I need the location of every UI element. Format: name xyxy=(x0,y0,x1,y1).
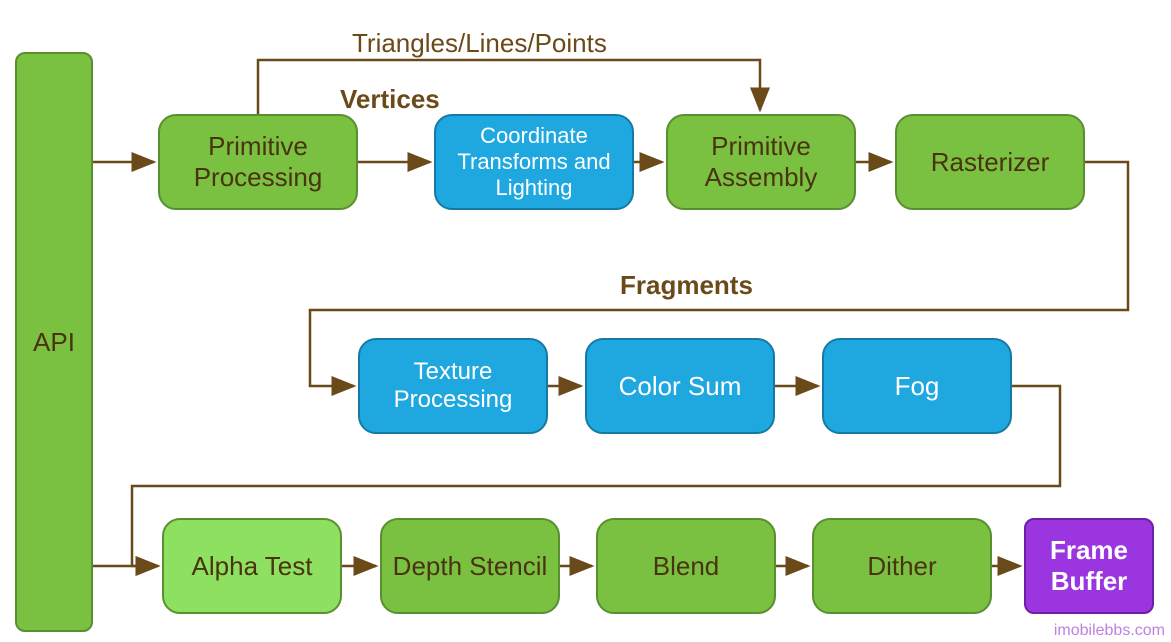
fog-box: Fog xyxy=(822,338,1012,434)
blend-label: Blend xyxy=(653,551,720,582)
frame-buffer-label: Frame Buffer xyxy=(1026,535,1152,597)
vertices-label: Vertices xyxy=(340,84,440,115)
depth-stencil-box: Depth Stencil xyxy=(380,518,560,614)
alpha-test-box: Alpha Test xyxy=(162,518,342,614)
rasterizer-label: Rasterizer xyxy=(931,147,1049,178)
primitive-assembly-box: Primitive Assembly xyxy=(666,114,856,210)
texture-processing-box: Texture Processing xyxy=(358,338,548,434)
api-box: API xyxy=(15,52,93,632)
triangles-label: Triangles/Lines/Points xyxy=(352,28,607,59)
color-sum-label: Color Sum xyxy=(619,371,742,402)
watermark: imobilebbs.com xyxy=(1054,622,1165,640)
primitive-processing-label: Primitive Processing xyxy=(160,131,356,193)
frame-buffer-box: Frame Buffer xyxy=(1024,518,1154,614)
primitive-processing-box: Primitive Processing xyxy=(158,114,358,210)
depth-stencil-label: Depth Stencil xyxy=(393,551,548,582)
rasterizer-box: Rasterizer xyxy=(895,114,1085,210)
blend-box: Blend xyxy=(596,518,776,614)
coordinate-transforms-label: Coordinate Transforms and Lighting xyxy=(436,123,632,201)
fog-label: Fog xyxy=(895,371,940,402)
color-sum-box: Color Sum xyxy=(585,338,775,434)
fragments-label: Fragments xyxy=(620,270,753,301)
texture-processing-label: Texture Processing xyxy=(360,358,546,414)
dither-box: Dither xyxy=(812,518,992,614)
alpha-test-label: Alpha Test xyxy=(192,551,313,582)
coordinate-transforms-box: Coordinate Transforms and Lighting xyxy=(434,114,634,210)
primitive-assembly-label: Primitive Assembly xyxy=(668,131,854,193)
dither-label: Dither xyxy=(867,551,936,582)
api-label: API xyxy=(33,327,75,358)
